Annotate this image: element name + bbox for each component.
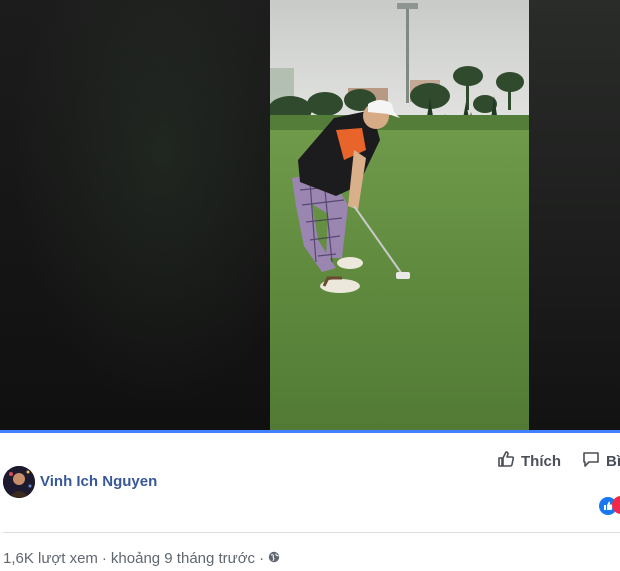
comment-button[interactable]: Bì bbox=[582, 450, 620, 472]
video-blur-right bbox=[529, 0, 620, 430]
video-frame[interactable] bbox=[270, 0, 529, 430]
like-label: Thích bbox=[521, 452, 561, 470]
thumbs-up-icon bbox=[497, 450, 515, 472]
separator: · bbox=[101, 550, 107, 567]
like-button[interactable]: Thích bbox=[497, 450, 561, 472]
post-time-link[interactable]: khoảng 9 tháng trước bbox=[111, 550, 255, 567]
video-blur-left bbox=[0, 0, 270, 430]
view-count: 1,6K lượt xem bbox=[3, 550, 98, 567]
comment-icon bbox=[582, 450, 600, 472]
separator: · bbox=[259, 550, 265, 567]
post-meta: Thích Bì Vinh Ich Nguyen 1,6K lượt xem ·… bbox=[0, 433, 620, 571]
author-name-link[interactable]: Vinh Ich Nguyen bbox=[40, 473, 157, 490]
avatar-image bbox=[3, 466, 35, 498]
golf-scene-image bbox=[270, 0, 529, 430]
video-player[interactable] bbox=[0, 0, 620, 430]
post-stats: 1,6K lượt xem · khoảng 9 tháng trước · bbox=[3, 550, 280, 567]
divider bbox=[3, 532, 620, 533]
comment-label: Bì bbox=[606, 452, 620, 470]
globe-icon bbox=[268, 550, 280, 567]
avatar[interactable] bbox=[3, 466, 35, 498]
